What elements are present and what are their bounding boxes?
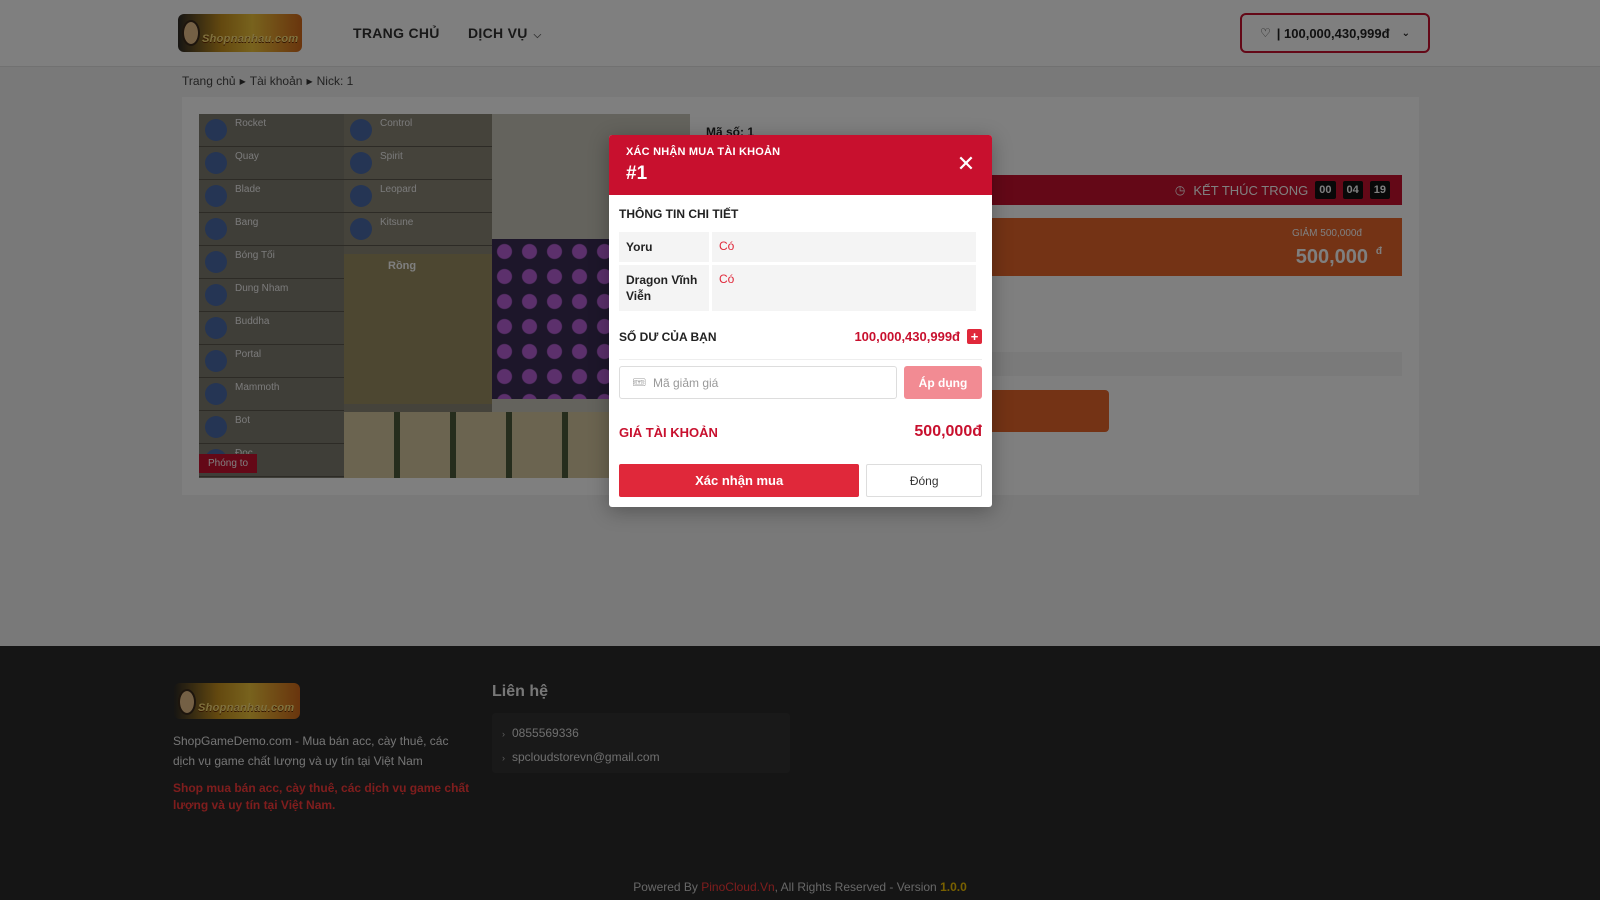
modal-account-number: #1 [626,163,648,184]
apply-coupon-button[interactable]: Áp dụng [904,366,982,399]
detail-value: Có [712,265,976,311]
modal-body: THÔNG TIN CHI TIẾT Yoru Có Dragon Vĩnh V… [609,195,992,497]
close-button[interactable]: Đóng [866,464,982,497]
coupon-input[interactable] [652,375,873,390]
coupon-field[interactable]: 🎟 [619,366,897,399]
modal-actions: Xác nhận mua Đóng [619,464,982,497]
detail-key: Yoru [619,232,709,262]
table-row: Yoru Có [619,232,976,262]
balance-value: 100,000,430,999đ [854,329,960,344]
detail-value: Có [712,232,976,262]
confirm-purchase-button[interactable]: Xác nhận mua [619,464,860,497]
modal-header: XÁC NHẬN MUA TÀI KHOẢN #1 ✕ [609,135,992,195]
modal-title: XÁC NHẬN MUA TÀI KHOẢN [626,146,781,158]
balance-label: SỐ DƯ CỦA BẠN [619,329,717,344]
close-icon[interactable]: ✕ [954,152,978,176]
details-title: THÔNG TIN CHI TIẾT [619,207,739,221]
balance-row: SỐ DƯ CỦA BẠN 100,000,430,999đ + [619,314,982,360]
account-price-value: 500,000đ [914,423,982,440]
account-price-label: GIÁ TÀI KHOẢN [619,424,718,440]
table-row: Dragon Vĩnh Viễn Có [619,265,976,311]
purchase-confirm-modal: XÁC NHẬN MUA TÀI KHOẢN #1 ✕ THÔNG TIN CH… [609,135,992,507]
details-table: Yoru Có Dragon Vĩnh Viễn Có [616,229,979,314]
balance-value-group: 100,000,430,999đ + [854,329,982,344]
coupon-row: 🎟 Áp dụng [619,366,982,399]
detail-key: Dragon Vĩnh Viễn [619,265,709,311]
ticket-icon: 🎟 [632,377,646,389]
add-funds-icon[interactable]: + [967,329,982,344]
account-price-row: GIÁ TÀI KHOẢN 500,000đ [619,417,982,447]
